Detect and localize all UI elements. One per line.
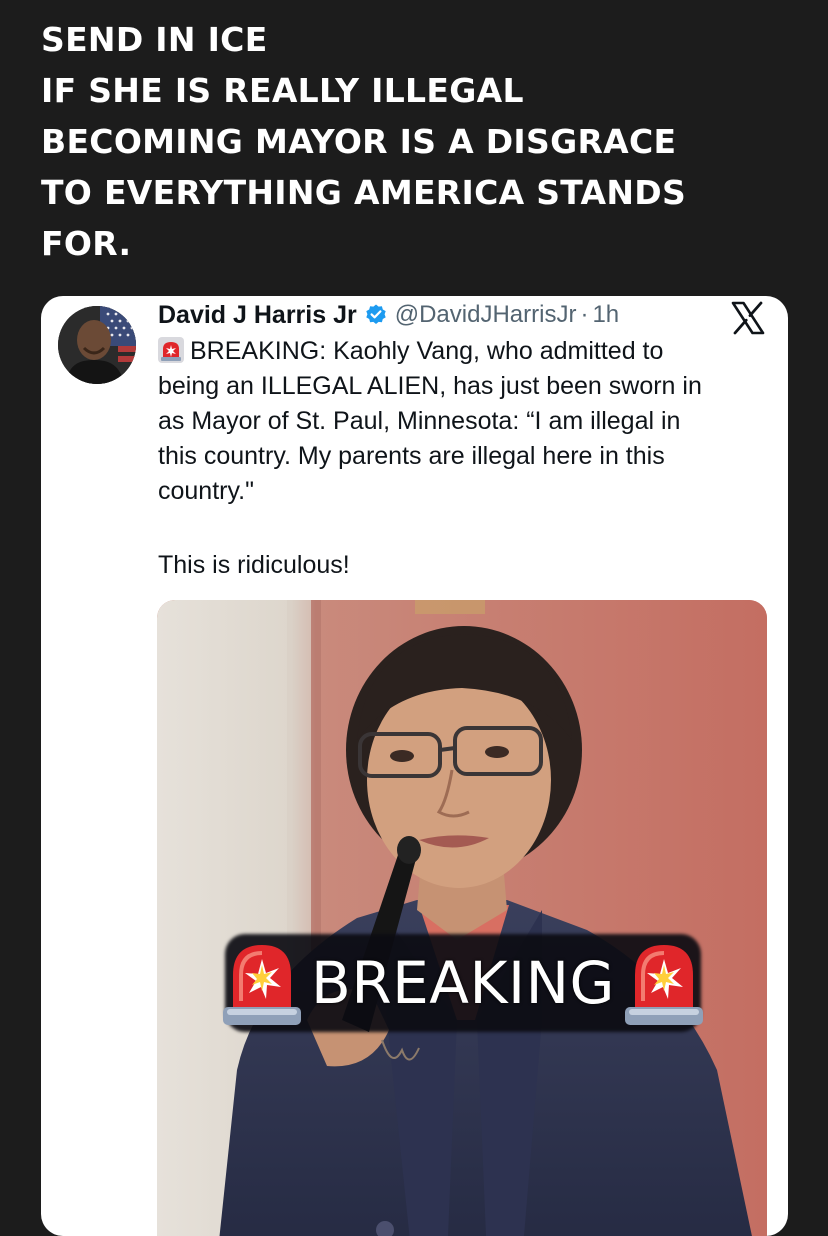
author-name[interactable]: David J Harris Jr [158, 301, 357, 330]
tweet-header: David J Harris Jr @DavidJHarrisJr · 1h [158, 298, 619, 332]
tweet-text-line: being an ILLEGAL ALIEN, has just been sw… [158, 372, 702, 400]
tweet-media-image[interactable]: BREAKING [157, 600, 767, 1236]
tweet-text-line: BREAKING: Kaohly Vang, who admitted to [158, 334, 768, 369]
police-siren-icon [223, 945, 302, 1025]
tweet-text-line: this country. My parents are illegal her… [158, 442, 665, 470]
headline-line: SEND IN ICE [41, 20, 268, 59]
headline-line: BECOMING MAYOR IS A DISGRACE [41, 122, 677, 161]
avatar-image [58, 306, 136, 384]
separator-dot: · [580, 301, 589, 328]
police-siren-icon [624, 945, 703, 1025]
tweet-text-line: country." [158, 477, 254, 505]
headline-line: TO EVERYTHING AMERICA STANDS [41, 173, 687, 212]
police-siren-icon [158, 337, 184, 363]
headline-line: FOR. [41, 224, 132, 263]
tweet-text-line: as Mayor of St. Paul, Minnesota: “I am i… [158, 407, 681, 435]
author-handle[interactable]: @DavidJHarrisJr [395, 301, 577, 329]
breaking-banner-text: BREAKING [311, 949, 615, 1017]
tweet-text: BREAKING: Kaohly Vang, who admitted to b… [158, 334, 768, 509]
x-logo-icon[interactable] [730, 300, 766, 336]
tweet-text-line-content: BREAKING: Kaohly Vang, who admitted to [190, 337, 664, 365]
mayor-photo [157, 600, 767, 1236]
embedded-tweet-card[interactable]: David J Harris Jr @DavidJHarrisJr · 1h B… [41, 296, 788, 1236]
tweet-timestamp[interactable]: 1h [592, 301, 619, 329]
tweet-comment: This is ridiculous! [158, 551, 350, 579]
headline-line: IF SHE IS REALLY ILLEGAL [41, 71, 524, 110]
breaking-banner: BREAKING [185, 922, 741, 1044]
post-headline: SEND IN ICE IF SHE IS REALLY ILLEGAL BEC… [41, 14, 801, 269]
author-avatar[interactable] [58, 306, 136, 384]
verified-badge-icon [366, 304, 386, 324]
